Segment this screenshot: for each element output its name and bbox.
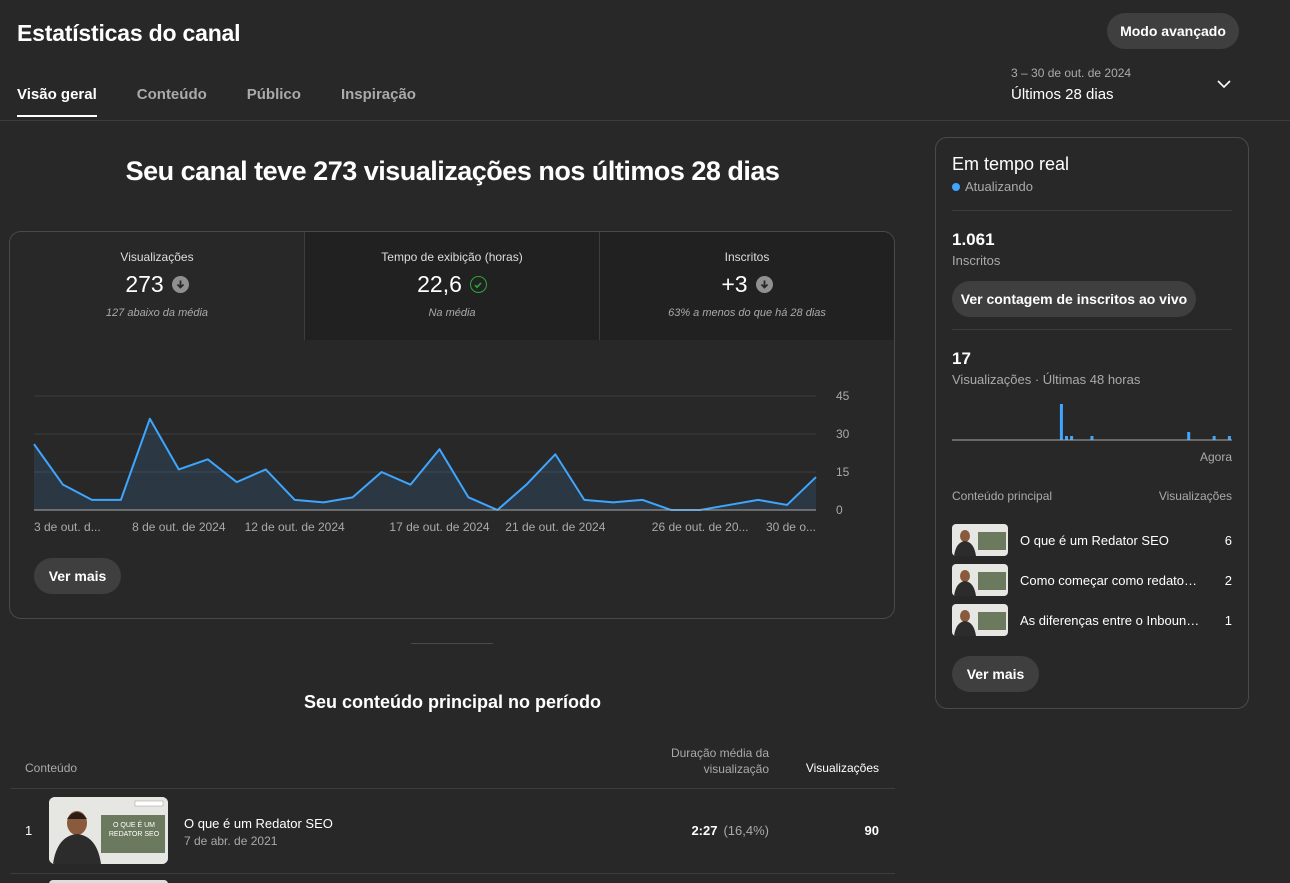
row-rank: 1 — [25, 823, 33, 838]
duration-pct: (16,4%) — [723, 823, 769, 838]
realtime-bar — [1212, 436, 1216, 440]
live-subscriber-count-button[interactable]: Ver contagem de inscritos ao vivo — [952, 281, 1196, 317]
advanced-mode-button[interactable]: Modo avançado — [1107, 13, 1239, 49]
arrow-down-icon — [755, 276, 773, 293]
metric-value: 22,6 — [417, 271, 462, 297]
content-title: As diferenças entre o Inbound Marketing … — [1020, 612, 1200, 628]
y-tick-label: 45 — [836, 389, 850, 403]
date-range-dates: 3 – 30 de out. de 2024 — [1011, 66, 1132, 80]
views-cell: 90 — [864, 823, 879, 838]
section-divider — [411, 643, 493, 644]
arrow-down-icon — [171, 276, 189, 293]
metric-label: Visualizações — [120, 250, 194, 264]
subscriber-count: 1.061 — [952, 230, 995, 249]
metric-value: +3 — [721, 271, 748, 297]
see-more-button[interactable]: Ver mais — [952, 656, 1039, 692]
metric-note: 127 abaixo da média — [105, 307, 209, 319]
content-views: 6 — [1224, 532, 1232, 548]
views-column-label: Visualizações — [1158, 489, 1232, 503]
y-tick-label: 15 — [836, 465, 850, 479]
video-thumbnail — [952, 524, 1008, 556]
see-more-button[interactable]: Ver mais — [34, 558, 121, 594]
realtime-bar — [1065, 436, 1068, 440]
metric-label: Inscritos — [724, 250, 770, 264]
x-tick-label: 17 de out. de 2024 — [389, 520, 489, 534]
video-thumbnail[interactable]: O QUE É UM REDATOR SEO — [49, 797, 168, 864]
realtime-content-item[interactable]: Como começar como redator freelancer 2 — [952, 564, 1232, 596]
realtime-content-item[interactable]: O que é um Redator SEO 6 — [952, 524, 1232, 556]
tab-audience[interactable]: Público — [247, 86, 301, 115]
metric-label: Tempo de exibição (horas) — [381, 250, 523, 264]
metric-note: Na média — [428, 307, 476, 319]
realtime-status-label: Atualizando — [965, 179, 1033, 194]
x-tick-label: 12 de out. de 2024 — [245, 520, 345, 534]
metric-subscribers[interactable]: Inscritos +3 63% a menos do que há 28 di… — [599, 232, 894, 340]
header-divider — [0, 120, 1290, 121]
tab-bar: Visão geral Conteúdo Público Inspiração — [17, 86, 456, 117]
table-divider — [10, 788, 895, 789]
x-tick-label: 30 de o... — [766, 520, 816, 534]
metric-views[interactable]: Visualizações 273 127 abaixo da média — [10, 232, 304, 340]
video-thumbnail — [952, 564, 1008, 596]
chevron-down-icon[interactable] — [1216, 78, 1232, 90]
overview-headline: Seu canal teve 273 visualizações nos últ… — [125, 156, 780, 186]
live-dot-icon — [952, 182, 960, 191]
realtime-views-label: Visualizações · Últimas 48 horas — [952, 372, 1141, 387]
realtime-bar — [1070, 436, 1074, 440]
x-tick-label: 21 de out. de 2024 — [505, 520, 605, 534]
metric-watch-time[interactable]: Tempo de exibição (horas) 22,6 Na média — [304, 232, 599, 340]
x-tick-label: 26 de out. de 20... — [652, 520, 749, 534]
x-tick-label: 8 de out. de 2024 — [132, 520, 226, 534]
realtime-bar — [1090, 436, 1094, 440]
realtime-bar-chart[interactable] — [952, 400, 1232, 442]
realtime-status: Atualizando — [952, 179, 1033, 194]
subscriber-label: Inscritos — [952, 253, 1001, 268]
realtime-bar — [1227, 436, 1231, 440]
avg-duration-cell: 2:27 (16,4%) — [640, 823, 769, 838]
tab-inspiration[interactable]: Inspiração — [341, 86, 416, 115]
content-title: O que é um Redator SEO — [1020, 532, 1169, 548]
tab-content[interactable]: Conteúdo — [137, 86, 207, 115]
column-header-content: Conteúdo — [25, 761, 78, 775]
date-range-label: Últimos 28 dias — [1011, 86, 1114, 103]
top-content-label: Conteúdo principal — [952, 489, 1053, 503]
top-content-title: Seu conteúdo principal no período — [303, 692, 601, 712]
metrics-card: Visualizações 273 127 abaixo da média Te… — [9, 231, 895, 619]
duration-value: 2:27 — [691, 823, 718, 838]
now-label: Agora — [1200, 450, 1233, 464]
views-line-chart[interactable]: 0 15 30 45 3 de out. d... 8 de out. de 2024 12… — [10, 340, 894, 550]
content-title: Como começar como redator freelancer — [1020, 572, 1200, 588]
x-tick-label: 3 de out. d... — [34, 520, 101, 534]
table-divider — [10, 873, 895, 874]
video-date: 7 de abr. de 2021 — [184, 834, 278, 848]
page-title: Estatísticas do canal — [17, 20, 241, 46]
divider — [952, 210, 1232, 211]
realtime-title: Em tempo real — [952, 154, 1070, 174]
column-header-duration[interactable]: Duração média da visualização — [640, 745, 769, 777]
y-tick-label: 0 — [836, 503, 843, 517]
thumbnail-text: O QUE É UM REDATOR SEO — [108, 822, 160, 838]
video-title-link[interactable]: O que é um Redator SEO — [184, 816, 333, 831]
area-fill — [34, 418, 816, 510]
content-views: 2 — [1224, 572, 1232, 588]
metric-note: 63% a menos do que há 28 dias — [668, 307, 826, 319]
realtime-bar — [1187, 432, 1191, 440]
tab-overview[interactable]: Visão geral — [17, 86, 97, 117]
realtime-bar — [1059, 404, 1063, 440]
content-views: 1 — [1224, 612, 1232, 628]
date-range-selector[interactable]: 3 – 30 de out. de 2024 Últimos 28 dias — [1011, 66, 1131, 103]
divider — [952, 329, 1232, 330]
realtime-views-count: 17 — [952, 349, 971, 368]
realtime-content-item[interactable]: As diferenças entre o Inbound Marketing … — [952, 604, 1232, 636]
y-tick-label: 30 — [836, 427, 850, 441]
realtime-card: Em tempo real Atualizando 1.061 Inscrito… — [935, 137, 1249, 709]
video-thumbnail — [952, 604, 1008, 636]
metric-value: 273 — [125, 271, 164, 297]
column-header-views[interactable]: Visualizações — [785, 761, 879, 775]
check-circle-icon — [469, 276, 487, 293]
